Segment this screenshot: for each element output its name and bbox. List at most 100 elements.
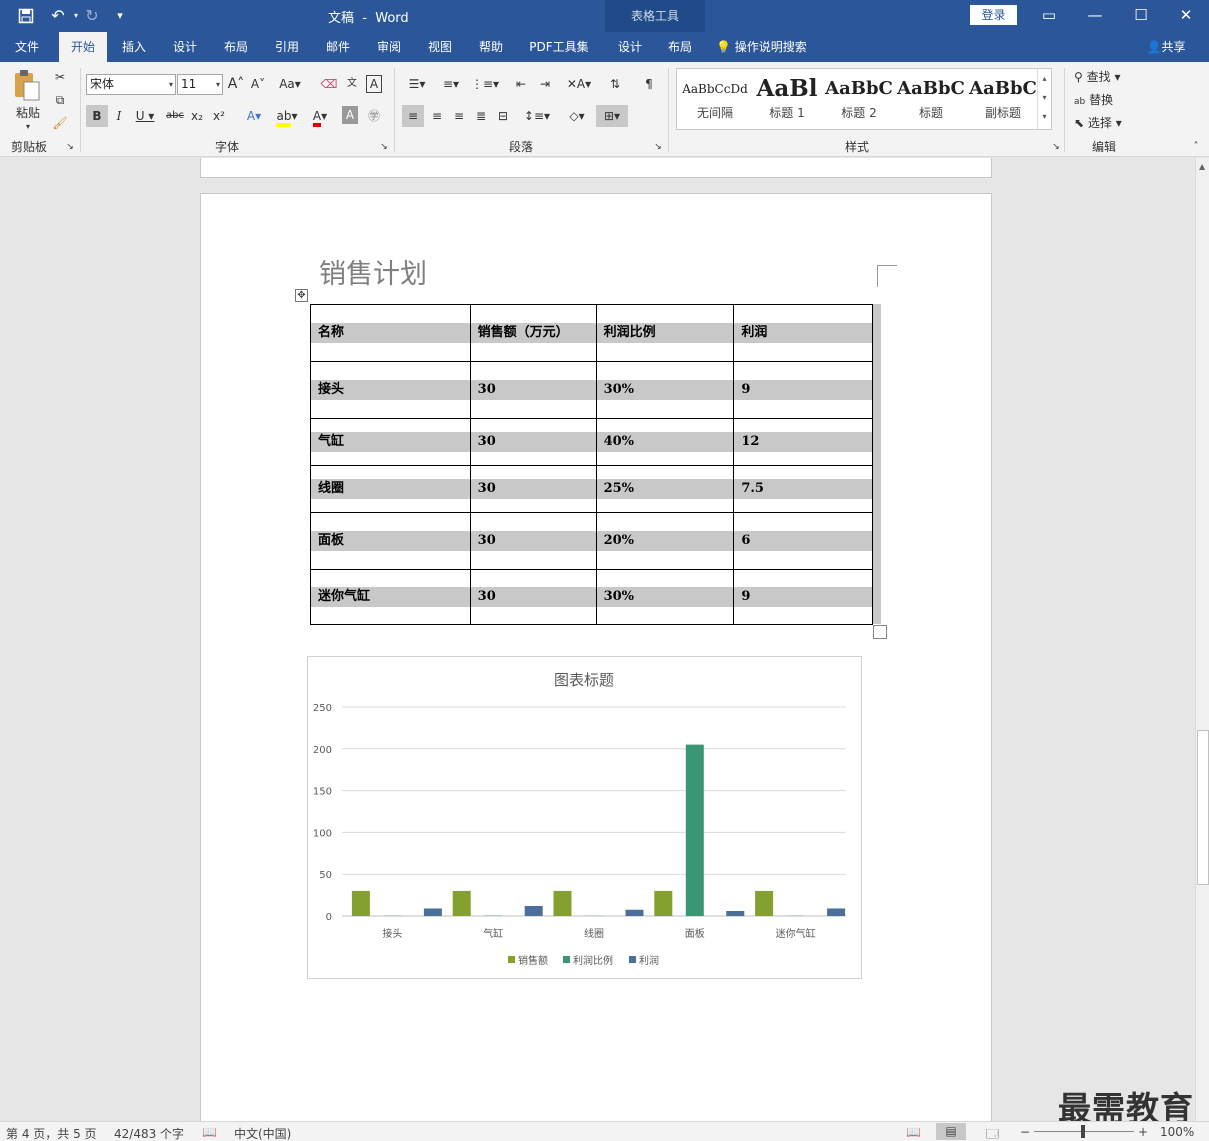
chart[interactable]: 图表标题 0 50 100 150 200 250 接头 气缸 线圈 面板 迷你气缸 销售额 利润比例 利润: [307, 656, 862, 979]
tab-pdf-tools[interactable]: PDF工具集: [522, 32, 596, 62]
ribbon-display-icon[interactable]: ▭: [1026, 0, 1072, 30]
format-painter-icon[interactable]: 🖌: [50, 112, 70, 134]
tab-design[interactable]: 设计: [162, 32, 208, 62]
proofing-icon[interactable]: 📖: [202, 1125, 217, 1139]
table-cell[interactable]: 9: [733, 569, 873, 625]
multilevel-list-icon[interactable]: ⋮≡▾: [470, 73, 500, 95]
redo-icon[interactable]: ↻: [80, 4, 104, 28]
language-indicator[interactable]: 中文(中国): [234, 1125, 291, 1141]
table-cell[interactable]: 25%: [595, 465, 735, 513]
zoom-in-button[interactable]: +: [1138, 1125, 1148, 1139]
tab-home[interactable]: 开始: [59, 32, 107, 62]
align-right-icon[interactable]: ≡: [448, 105, 470, 127]
table-cell[interactable]: 接头: [310, 361, 471, 419]
table-cell[interactable]: 30%: [595, 569, 735, 625]
replace-button[interactable]: ab 替换: [1074, 89, 1138, 111]
table-cell[interactable]: 6: [733, 512, 873, 570]
copy-icon[interactable]: ⧉: [50, 89, 70, 111]
style-no-spacing[interactable]: AaBbCcDd 无间隔: [679, 71, 751, 127]
paste-dropdown-icon[interactable]: ▾: [18, 116, 38, 138]
paste-icon[interactable]: [12, 68, 44, 104]
zoom-thumb[interactable]: [1081, 1125, 1085, 1138]
word-count[interactable]: 42/483 个字: [114, 1125, 184, 1141]
table-cell[interactable]: 气缸: [310, 418, 471, 466]
tab-review[interactable]: 审阅: [366, 32, 412, 62]
shading-icon[interactable]: ◇▾: [562, 105, 592, 127]
table-cell[interactable]: 7.5: [733, 465, 873, 513]
page-indicator[interactable]: 第 4 页，共 5 页: [6, 1125, 97, 1141]
styles-scroll[interactable]: ▴ ▾ ▾: [1037, 69, 1051, 129]
italic-button[interactable]: I: [110, 105, 128, 127]
distributed-icon[interactable]: ⊟: [492, 105, 514, 127]
print-layout-icon[interactable]: ▤: [936, 1123, 966, 1140]
table-cell[interactable]: 面板: [310, 512, 471, 570]
share-button[interactable]: 👤共享: [1140, 32, 1192, 62]
superscript-button[interactable]: x²: [210, 105, 228, 127]
numbering-icon[interactable]: ≡▾: [436, 73, 466, 95]
change-case-icon[interactable]: Aa▾: [276, 73, 304, 95]
table-move-handle-icon[interactable]: ✥: [295, 289, 308, 302]
sort-icon[interactable]: ⇅: [604, 73, 626, 95]
style-heading-2[interactable]: AaBbC 标题 2: [823, 71, 895, 127]
find-button[interactable]: ⚲ 查找 ▾: [1074, 66, 1138, 88]
increase-indent-icon[interactable]: ⇥: [534, 73, 556, 95]
show-marks-icon[interactable]: ¶: [638, 73, 660, 95]
collapse-ribbon-icon[interactable]: ˄: [1188, 140, 1204, 154]
highlight-color-icon[interactable]: ab▾: [272, 105, 302, 127]
subscript-button[interactable]: x₂: [188, 105, 206, 127]
enclose-char-icon[interactable]: ㊫: [364, 105, 384, 127]
clipboard-launcher-icon[interactable]: ↘: [64, 140, 76, 154]
document-heading[interactable]: 销售计划: [319, 252, 427, 291]
table-cell[interactable]: 20%: [595, 512, 735, 570]
vertical-scrollbar[interactable]: ▲: [1195, 158, 1209, 1121]
select-button[interactable]: ⬉ 选择 ▾: [1074, 112, 1138, 134]
shrink-font-icon[interactable]: A˅: [248, 73, 268, 95]
zoom-out-button[interactable]: −: [1020, 1125, 1030, 1139]
table-cell[interactable]: 迷你气缸: [310, 569, 471, 625]
table-resize-handle[interactable]: [873, 625, 887, 639]
web-layout-icon[interactable]: 🗔: [986, 1125, 999, 1141]
login-button[interactable]: 登录: [970, 5, 1017, 25]
table-cell[interactable]: 利润比例: [595, 304, 735, 362]
justify-icon[interactable]: ≣: [470, 105, 492, 127]
decrease-indent-icon[interactable]: ⇤: [510, 73, 532, 95]
borders-icon[interactable]: ⊞▾: [596, 105, 628, 127]
maximize-icon[interactable]: ☐: [1118, 0, 1164, 30]
font-launcher-icon[interactable]: ↘: [378, 140, 390, 154]
tab-table-design[interactable]: 设计: [608, 32, 652, 62]
tab-table-layout[interactable]: 布局: [658, 32, 702, 62]
table-cell[interactable]: 30%: [595, 361, 735, 419]
close-icon[interactable]: ✕: [1163, 0, 1209, 30]
line-spacing-icon[interactable]: ↕≡▾: [522, 105, 552, 127]
style-title[interactable]: AaBbC 标题: [895, 71, 967, 127]
zoom-level[interactable]: 100%: [1160, 1125, 1194, 1139]
table-cell[interactable]: 名称: [310, 304, 471, 362]
tab-references[interactable]: 引用: [264, 32, 310, 62]
phonetic-guide-icon[interactable]: 文: [342, 73, 362, 95]
styles-launcher-icon[interactable]: ↘: [1050, 140, 1062, 154]
table-cell[interactable]: 30: [469, 465, 597, 513]
font-size-combo[interactable]: 11 ▾: [177, 74, 223, 95]
style-heading-1[interactable]: AaBl 标题 1: [751, 71, 823, 127]
table-cell[interactable]: 30: [469, 569, 597, 625]
table-cell[interactable]: 销售额（万元）: [469, 304, 597, 362]
tab-help[interactable]: 帮助: [468, 32, 514, 62]
strikethrough-button[interactable]: abc: [164, 105, 186, 127]
underline-button[interactable]: U ▾: [132, 105, 158, 127]
read-mode-icon[interactable]: 📖: [906, 1125, 921, 1139]
table-cell[interactable]: 利润: [733, 304, 873, 362]
tab-view[interactable]: 视图: [417, 32, 463, 62]
table-cell[interactable]: 30: [469, 361, 597, 419]
save-icon[interactable]: [14, 4, 38, 28]
font-color-icon[interactable]: A▾: [306, 105, 334, 127]
bullets-icon[interactable]: ☰▾: [402, 73, 432, 95]
char-border-icon[interactable]: A: [366, 75, 382, 93]
tab-layout[interactable]: 布局: [213, 32, 259, 62]
table-cell[interactable]: 12: [733, 418, 873, 466]
tab-mailings[interactable]: 邮件: [315, 32, 361, 62]
tell-me-search[interactable]: 💡 操作说明搜索: [716, 32, 826, 62]
paragraph-launcher-icon[interactable]: ↘: [652, 140, 664, 154]
cut-icon[interactable]: ✂: [50, 66, 70, 88]
grow-font-icon[interactable]: A˄: [226, 73, 246, 95]
scroll-thumb[interactable]: [1197, 730, 1209, 885]
